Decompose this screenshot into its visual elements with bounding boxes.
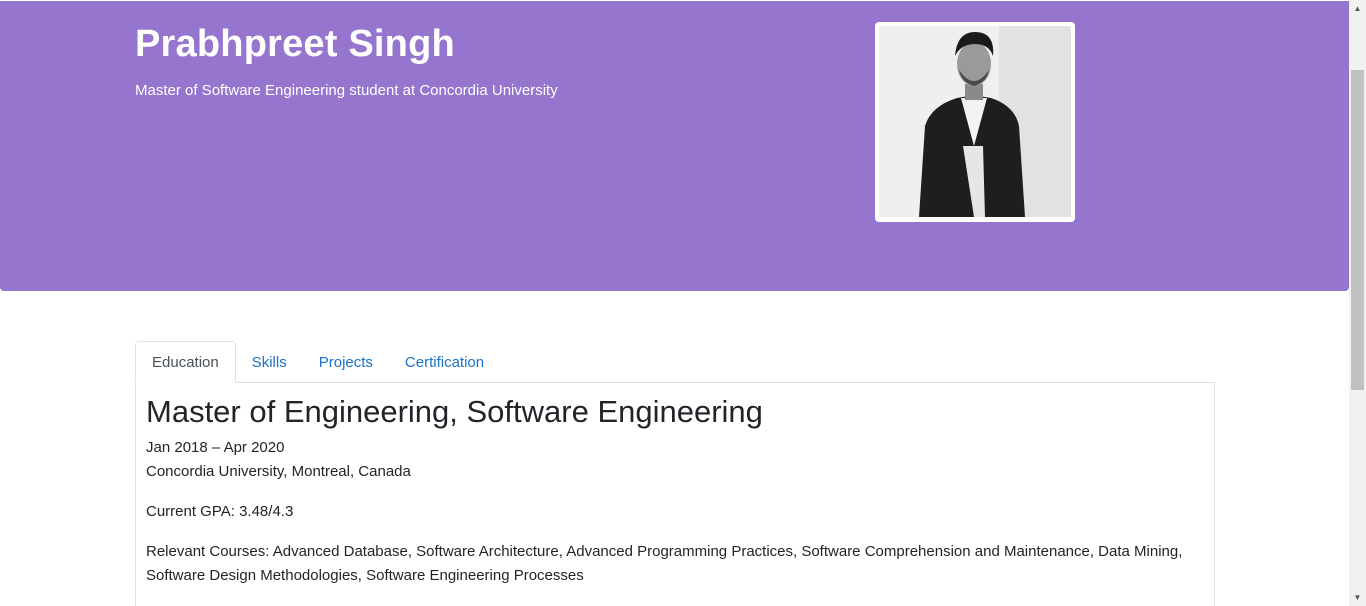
tab-certification[interactable]: Certification	[389, 341, 500, 383]
header-banner: Prabhpreet Singh Master of Software Engi…	[0, 1, 1349, 291]
profile-subtitle: Master of Software Engineering student a…	[135, 82, 558, 99]
page: Prabhpreet Singh Master of Software Engi…	[0, 0, 1366, 606]
profile-name: Prabhpreet Singh	[135, 23, 455, 65]
education-panel: Master of Engineering, Software Engineer…	[135, 382, 1215, 606]
scrollbar-thumb[interactable]	[1351, 70, 1364, 390]
degree-title: Master of Engineering, Software Engineer…	[146, 394, 763, 429]
gpa: Current GPA: 3.48/4.3	[146, 503, 294, 521]
degree-dates: Jan 2018 – Apr 2020	[146, 439, 285, 457]
tab-skills[interactable]: Skills	[236, 341, 303, 383]
person-portrait-icon	[879, 26, 1071, 217]
tab-education[interactable]: Education	[135, 341, 236, 383]
triangle-down-icon[interactable]: ▼	[1349, 589, 1366, 606]
institution: Concordia University, Montreal, Canada	[146, 463, 411, 481]
vertical-scrollbar[interactable]: ▲ ▼	[1349, 0, 1366, 606]
relevant-courses: Relevant Courses: Advanced Database, Sof…	[146, 543, 1183, 585]
profile-photo	[879, 26, 1071, 217]
triangle-up-icon[interactable]: ▲	[1349, 0, 1366, 17]
tab-projects[interactable]: Projects	[303, 341, 389, 383]
profile-photo-frame	[875, 22, 1075, 222]
tab-bar: Education Skills Projects Certification	[135, 341, 500, 383]
